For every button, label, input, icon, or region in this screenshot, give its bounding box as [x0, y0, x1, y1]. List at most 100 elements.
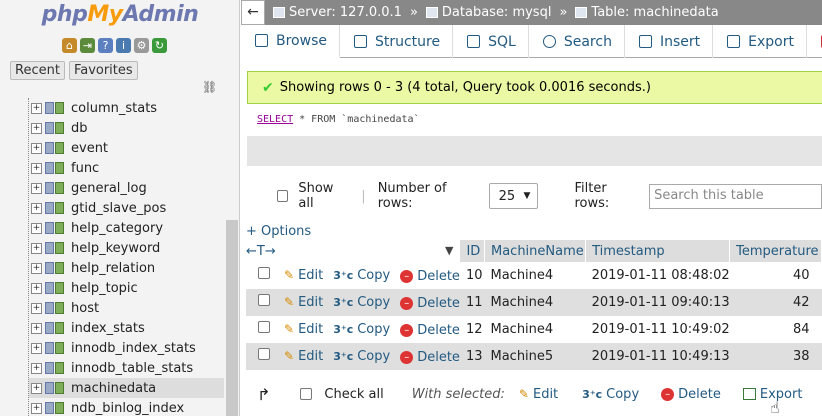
collapse-arrow-icon[interactable]: ← — [241, 0, 265, 25]
row-copy-button[interactable]: 3⁺c Copy — [333, 268, 390, 283]
column-header-temperature[interactable]: Temperature — [729, 240, 822, 262]
table-row[interactable]: ✎ Edit 3⁺c Copy – Delete 12 Machine4 2019-01-11 … — [246, 316, 822, 343]
sidebar-item-general-log[interactable]: + general_log — [29, 178, 224, 198]
cell-timestamp[interactable]: 2019-01-11 10:49:13 — [585, 343, 730, 370]
sidebar-item-innodb-index-stats[interactable]: + innodb_index_stats — [29, 338, 224, 358]
check-all-checkbox[interactable] — [300, 388, 313, 400]
number-of-rows-select[interactable]: 25 ▼ — [488, 183, 539, 209]
sidebar-scrollbar[interactable] — [226, 220, 238, 416]
cell-temperature[interactable]: 38 — [729, 343, 822, 370]
show-all-checkbox[interactable] — [277, 190, 289, 202]
row-checkbox[interactable] — [258, 348, 270, 360]
cell-id[interactable]: 11 — [459, 289, 485, 316]
expand-icon[interactable]: + — [31, 162, 42, 174]
cell-timestamp[interactable]: 2019-01-11 08:48:02 — [585, 262, 730, 289]
column-resize-arrows[interactable]: ←T→ ▼ — [246, 240, 461, 262]
expand-icon[interactable]: + — [31, 222, 42, 234]
settings-icon[interactable]: ⚙ — [134, 38, 149, 53]
tab-search[interactable]: Search — [529, 25, 625, 58]
bulk-copy-button[interactable]: 3⁺c Copy — [582, 387, 639, 402]
row-delete-button[interactable]: – Delete — [400, 323, 460, 338]
recent-tab[interactable]: Recent — [10, 61, 65, 80]
cell-temperature[interactable]: 40 — [729, 262, 822, 289]
table-row[interactable]: ✎ Edit 3⁺c Copy – Delete 13 Machine5 2019-01-11 … — [246, 343, 822, 370]
sidebar-item-index-stats[interactable]: + index_stats — [29, 318, 224, 338]
breadcrumb-table[interactable]: Table: machinedata — [575, 5, 719, 20]
expand-icon[interactable]: + — [31, 182, 42, 194]
sidebar-item-innodb-table-stats[interactable]: + innodb_table_stats — [29, 358, 224, 378]
row-delete-button[interactable]: – Delete — [400, 269, 460, 284]
breadcrumb-database[interactable]: Database: mysql — [425, 5, 551, 20]
sidebar-item-help-keyword[interactable]: + help_keyword — [29, 238, 224, 258]
cell-machinename[interactable]: Machine5 — [484, 343, 586, 370]
resize-arrows-icon[interactable]: ←T→ — [246, 244, 276, 259]
row-edit-button[interactable]: ✎ Edit — [284, 295, 323, 310]
bulk-delete-button[interactable]: – Delete — [661, 387, 721, 402]
column-header-timestamp[interactable]: Timestamp — [585, 240, 731, 262]
cell-machinename[interactable]: Machine4 — [484, 289, 586, 316]
expand-icon[interactable]: + — [31, 402, 42, 414]
expand-icon[interactable]: + — [31, 202, 42, 214]
row-delete-button[interactable]: – Delete — [400, 350, 460, 365]
row-checkbox[interactable] — [258, 321, 270, 333]
sidebar-item-help-relation[interactable]: + help_relation — [29, 258, 224, 278]
expand-icon[interactable]: + — [31, 322, 42, 334]
sidebar-item-gtid-slave-pos[interactable]: + gtid_slave_pos — [29, 198, 224, 218]
cell-id[interactable]: 13 — [459, 343, 485, 370]
query-icon[interactable]: ? — [98, 38, 113, 53]
expand-icon[interactable]: + — [31, 282, 42, 294]
column-header-machinename[interactable]: MachineName — [484, 240, 587, 262]
cell-machinename[interactable]: Machine4 — [484, 262, 586, 289]
tab-browse[interactable]: Browse — [241, 25, 340, 58]
tab-insert[interactable]: Insert — [625, 25, 714, 58]
row-checkbox[interactable] — [258, 267, 270, 279]
cell-timestamp[interactable]: 2019-01-11 09:40:13 — [585, 289, 730, 316]
sidebar-item-event[interactable]: + event — [29, 138, 224, 158]
exit-icon[interactable]: ⇥ — [80, 38, 95, 53]
cell-machinename[interactable]: Machine4 — [484, 316, 586, 343]
expand-icon[interactable]: + — [31, 262, 42, 274]
cell-id[interactable]: 12 — [459, 316, 485, 343]
sidebar-item-db[interactable]: + db — [29, 118, 224, 138]
tab-structure[interactable]: Structure — [340, 25, 454, 58]
check-all-label[interactable]: Check all — [324, 387, 383, 402]
row-copy-button[interactable]: 3⁺c Copy — [333, 349, 390, 364]
phpmyadmin-logo[interactable]: phpMyAdmin — [0, 2, 239, 27]
filter-rows-input[interactable]: Search this table — [649, 183, 822, 209]
expand-icon[interactable]: + — [31, 382, 42, 394]
cell-timestamp[interactable]: 2019-01-11 10:49:02 — [585, 316, 730, 343]
sidebar-item-ndb-binlog-index[interactable]: + ndb_binlog_index — [29, 398, 224, 416]
row-checkbox[interactable] — [258, 294, 270, 306]
row-edit-button[interactable]: ✎ Edit — [284, 349, 323, 364]
row-delete-button[interactable]: – Delete — [400, 296, 460, 311]
expand-icon[interactable]: + — [31, 242, 42, 254]
cell-id[interactable]: 10 — [459, 262, 485, 289]
sort-dropdown-icon[interactable]: ▼ — [445, 244, 453, 257]
sql-query-text[interactable]: SELECT * FROM `machinedata` — [247, 104, 822, 136]
breadcrumb-server[interactable]: Server: 127.0.0.1 — [273, 5, 402, 20]
tab-export[interactable]: Export — [713, 25, 807, 58]
cell-temperature[interactable]: 42 — [729, 289, 822, 316]
sidebar-item-help-topic[interactable]: + help_topic — [29, 278, 224, 298]
table-row[interactable]: ✎ Edit 3⁺c Copy – Delete 11 Machine4 2019-01-11 … — [246, 289, 822, 316]
row-copy-button[interactable]: 3⁺c Copy — [333, 295, 390, 310]
tab-import[interactable] — [807, 25, 822, 58]
expand-icon[interactable]: + — [31, 362, 42, 374]
table-row[interactable]: ✎ Edit 3⁺c Copy – Delete 10 Machine4 2019-01-11 … — [246, 262, 822, 289]
sidebar-item-column-stats[interactable]: + column_stats — [29, 98, 224, 118]
docs-icon[interactable]: i — [116, 38, 131, 53]
home-icon[interactable]: ⌂ — [62, 38, 77, 53]
row-copy-button[interactable]: 3⁺c Copy — [333, 322, 390, 337]
expand-icon[interactable]: + — [31, 122, 42, 134]
sidebar-item-host[interactable]: + host — [29, 298, 224, 318]
expand-icon[interactable]: + — [31, 102, 42, 114]
sidebar-item-func[interactable]: + func — [29, 158, 224, 178]
row-edit-button[interactable]: ✎ Edit — [284, 322, 323, 337]
expand-icon[interactable]: + — [31, 142, 42, 154]
favorites-tab[interactable]: Favorites — [68, 61, 138, 80]
link-icon[interactable]: ⛓ — [202, 80, 217, 94]
reload-icon[interactable]: ↻ — [152, 38, 167, 53]
sidebar-item-machinedata[interactable]: + machinedata — [29, 378, 224, 398]
expand-icon[interactable]: + — [31, 302, 42, 314]
sidebar-item-help-category[interactable]: + help_category — [29, 218, 224, 238]
